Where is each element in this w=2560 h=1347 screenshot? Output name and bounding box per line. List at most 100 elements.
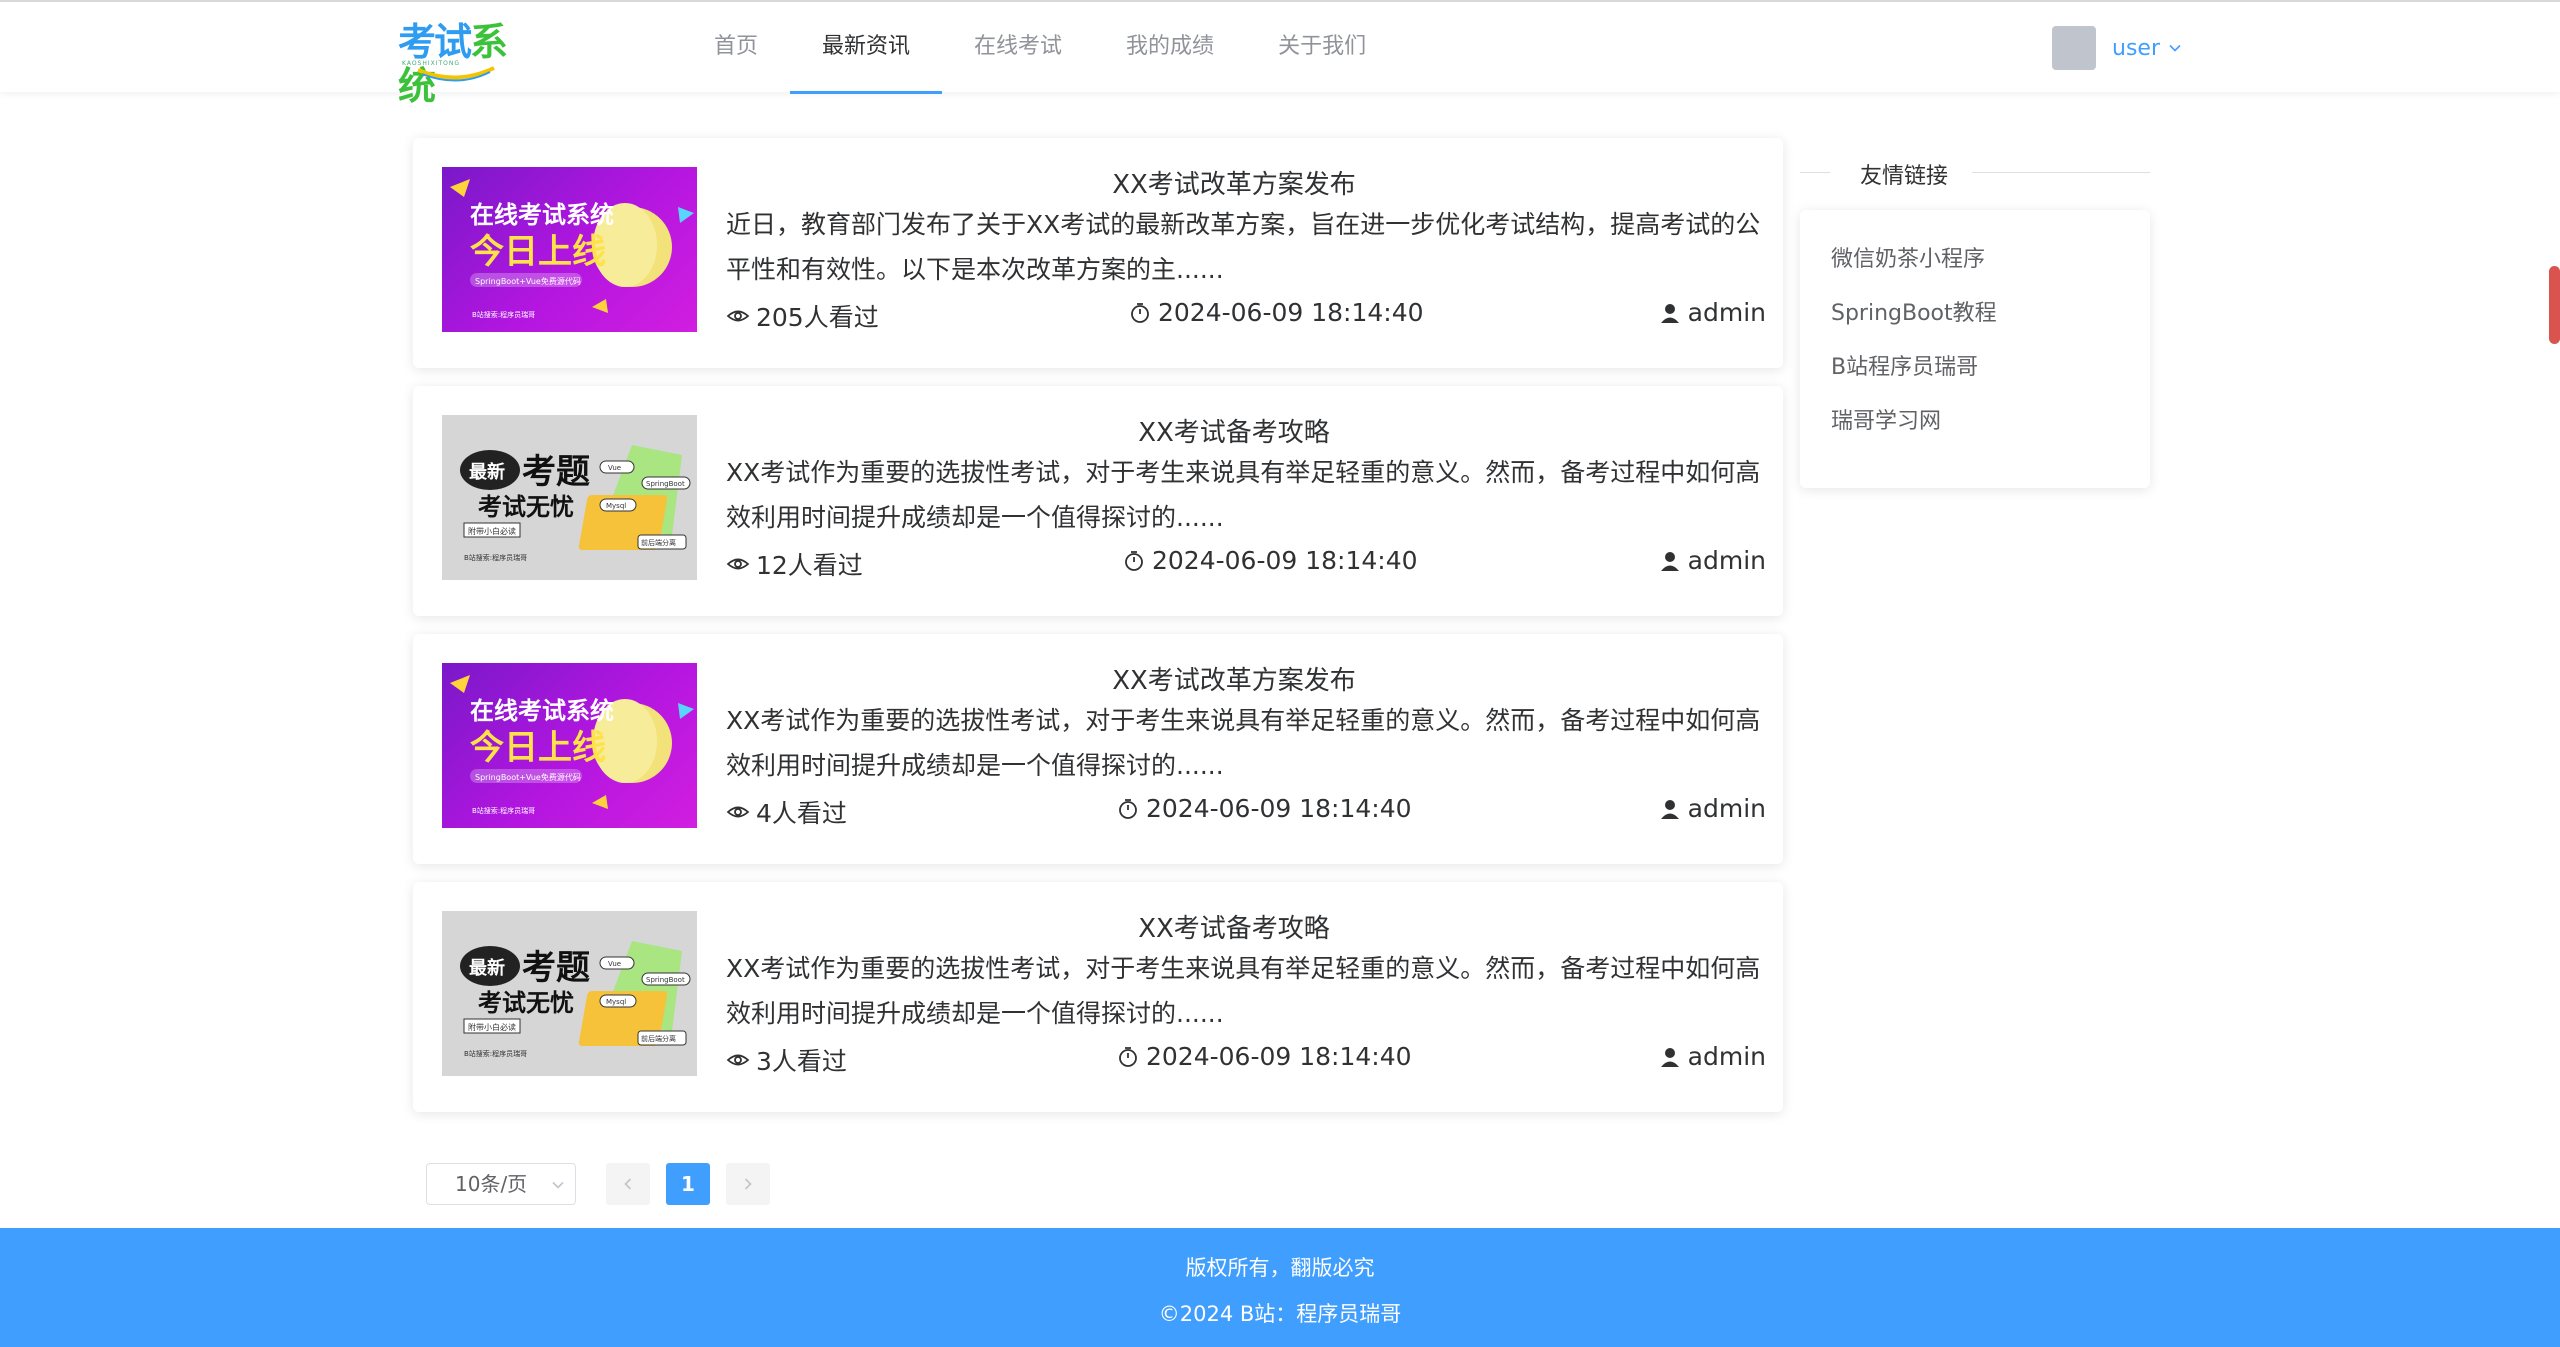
thumbnail-note: B站搜索:程序员瑞哥 — [464, 553, 527, 562]
scrollbar-thumb[interactable] — [2549, 266, 2560, 344]
nav-item-about[interactable]: 关于我们 — [1246, 2, 1398, 94]
news-summary: XX考试作为重要的选拔性考试，对于考生来说具有举足轻重的意义。然而，备考过程中如… — [726, 458, 1761, 532]
news-author-text: admin — [1687, 1042, 1766, 1071]
news-views-text: 3人看过 — [756, 1047, 847, 1076]
thumbnail-graphic: 最新 考题 考试无忧 Vue SpringBoot Mysql 前后端分离 附带… — [460, 445, 691, 562]
news-views: 3人看过 — [726, 1042, 847, 1078]
news-meta: 4人看过 2024-06-09 18:14:40 admin — [726, 794, 1766, 830]
news-author: admin — [1658, 1042, 1766, 1071]
thumbnail-tag3: Mysql — [606, 502, 626, 510]
top-header: 考试系统 KAOSHIXITONG 首页 最新资讯 在线考试 我的成绩 关于我们… — [0, 0, 2560, 108]
thumbnail-tag2: SpringBoot — [646, 480, 685, 488]
news-author: admin — [1658, 794, 1766, 823]
thumbnail-tag: SpringBoot+Vue免费源代码 — [475, 276, 581, 286]
friend-link-item[interactable]: B站程序员瑞哥 — [1831, 348, 2150, 402]
news-card[interactable]: 在线考试系统 今日上线 SpringBoot+Vue免费源代码 B站搜索:程序员… — [413, 138, 1783, 368]
divider — [1972, 172, 2150, 173]
news-views-text: 205人看过 — [756, 303, 879, 332]
news-title[interactable]: XX考试改革方案发布 — [704, 164, 1764, 201]
nav-item-online-exam[interactable]: 在线考试 — [942, 2, 1094, 94]
thumbnail-line2: 考试无忧 — [478, 989, 574, 1017]
news-time-text: 2024-06-09 18:14:40 — [1146, 794, 1412, 823]
news-author-text: admin — [1687, 546, 1766, 575]
news-card[interactable]: 在线考试系统 今日上线 SpringBoot+Vue免费源代码 B站搜索:程序员… — [413, 634, 1783, 864]
timer-icon — [1125, 550, 1143, 571]
thumbnail-line2: 今日上线 — [470, 232, 606, 272]
news-time: 2024-06-09 18:14:40 — [1116, 794, 1412, 823]
chevron-down-icon — [552, 1181, 564, 1189]
page-size-select[interactable]: 10条/页 — [426, 1163, 576, 1205]
thumbnail-gray: 最新 考题 考试无忧 Vue SpringBoot Mysql 前后端分离 附带… — [442, 415, 697, 580]
page-number-current[interactable]: 1 — [666, 1163, 710, 1205]
news-views-text: 12人看过 — [756, 551, 863, 580]
news-thumbnail[interactable]: 最新 考题 考试无忧 Vue SpringBoot Mysql 前后端分离 附带… — [442, 911, 697, 1076]
friend-link-item[interactable]: 瑞哥学习网 — [1831, 402, 2150, 456]
news-title[interactable]: XX考试改革方案发布 — [704, 660, 1764, 697]
page-size-value: 10条/页 — [455, 1172, 528, 1196]
site-logo[interactable]: 考试系统 KAOSHIXITONG — [398, 14, 518, 108]
news-title[interactable]: XX考试备考攻略 — [704, 412, 1764, 449]
friend-links-heading: 友情链接 — [1800, 150, 2150, 196]
user-icon — [1660, 551, 1679, 571]
news-thumbnail[interactable]: 在线考试系统 今日上线 SpringBoot+Vue免费源代码 B站搜索:程序员… — [442, 663, 697, 828]
nav-item-home[interactable]: 首页 — [682, 2, 790, 94]
news-title[interactable]: XX考试备考攻略 — [704, 908, 1764, 945]
news-card[interactable]: 最新 考题 考试无忧 Vue SpringBoot Mysql 前后端分离 附带… — [413, 386, 1783, 616]
chevron-left-icon — [624, 1178, 632, 1190]
news-meta: 205人看过 2024-06-09 18:14:40 admin — [726, 298, 1766, 334]
eye-icon — [726, 806, 750, 818]
eye-icon — [726, 1054, 750, 1066]
news-time: 2024-06-09 18:14:40 — [1128, 298, 1424, 327]
user-menu[interactable]: user — [2052, 26, 2182, 70]
thumbnail-note: B站搜索:程序员瑞哥 — [472, 806, 535, 815]
friend-link-item[interactable]: SpringBoot教程 — [1831, 294, 2150, 348]
thumbnail-tag4: 前后端分离 — [641, 538, 676, 547]
eye-icon — [726, 310, 750, 322]
user-icon — [1660, 799, 1679, 819]
thumbnail-tag1: Vue — [608, 464, 621, 472]
news-meta: 12人看过 2024-06-09 18:14:40 admin — [726, 546, 1766, 582]
footer-credit: ©2024 B站：程序员瑞哥 — [1158, 1302, 1402, 1326]
news-views: 4人看过 — [726, 794, 847, 830]
username[interactable]: user — [2112, 36, 2160, 61]
thumbnail-line2: 今日上线 — [470, 728, 606, 768]
user-icon — [1660, 303, 1679, 323]
chevron-down-icon[interactable] — [2168, 41, 2182, 55]
thumbnail-graphic: 在线考试系统 今日上线 SpringBoot+Vue免费源代码 B站搜索:程序员… — [450, 675, 694, 815]
chevron-right-icon — [744, 1178, 752, 1190]
news-card[interactable]: 最新 考题 考试无忧 Vue SpringBoot Mysql 前后端分离 附带… — [413, 882, 1783, 1112]
timer-icon — [1131, 302, 1149, 323]
news-time-text: 2024-06-09 18:14:40 — [1146, 1042, 1412, 1071]
thumbnail-tag1: Vue — [608, 960, 621, 968]
logo-text-part1: 考试 — [398, 20, 472, 64]
thumbnail-box: 附带小白必读 — [468, 1022, 516, 1032]
news-summary: XX考试作为重要的选拔性考试，对于考生来说具有举足轻重的意义。然而，备考过程中如… — [726, 954, 1761, 1028]
news-time-text: 2024-06-09 18:14:40 — [1158, 298, 1424, 327]
thumbnail-line1: 在线考试系统 — [470, 201, 614, 229]
nav-item-my-scores[interactable]: 我的成绩 — [1094, 2, 1246, 94]
thumbnail-line1: 在线考试系统 — [470, 697, 614, 725]
thumbnail-tag2: SpringBoot — [646, 976, 685, 984]
prev-page-button[interactable] — [606, 1163, 650, 1205]
friend-links-title: 友情链接 — [1860, 164, 1949, 189]
logo-subtext: KAOSHIXITONG — [402, 60, 461, 67]
thumbnail-tag4: 前后端分离 — [641, 1034, 676, 1043]
thumbnail-badge: 最新 — [469, 461, 505, 483]
pagination: 10条/页 1 — [426, 1163, 770, 1205]
news-thumbnail[interactable]: 最新 考题 考试无忧 Vue SpringBoot Mysql 前后端分离 附带… — [442, 415, 697, 580]
thumbnail-box: 附带小白必读 — [468, 526, 516, 536]
main-nav: 首页 最新资讯 在线考试 我的成绩 关于我们 — [682, 2, 1398, 94]
thumbnail-tag3: Mysql — [606, 998, 626, 1006]
news-thumbnail[interactable]: 在线考试系统 今日上线 SpringBoot+Vue免费源代码 B站搜索:程序员… — [442, 167, 697, 332]
friend-link-item[interactable]: 微信奶茶小程序 — [1831, 240, 2150, 294]
news-views: 12人看过 — [726, 546, 863, 582]
nav-item-news[interactable]: 最新资讯 — [790, 2, 943, 94]
thumbnail-big: 考题 — [522, 948, 590, 988]
next-page-button[interactable] — [726, 1163, 770, 1205]
footer-copyright: 版权所有，翻版必究 — [1185, 1256, 1375, 1280]
avatar[interactable] — [2052, 26, 2096, 70]
news-author-text: admin — [1687, 794, 1766, 823]
thumbnail-gray: 最新 考题 考试无忧 Vue SpringBoot Mysql 前后端分离 附带… — [442, 911, 697, 1076]
thumbnail-note: B站搜索:程序员瑞哥 — [472, 310, 535, 319]
user-icon — [1660, 1047, 1679, 1067]
